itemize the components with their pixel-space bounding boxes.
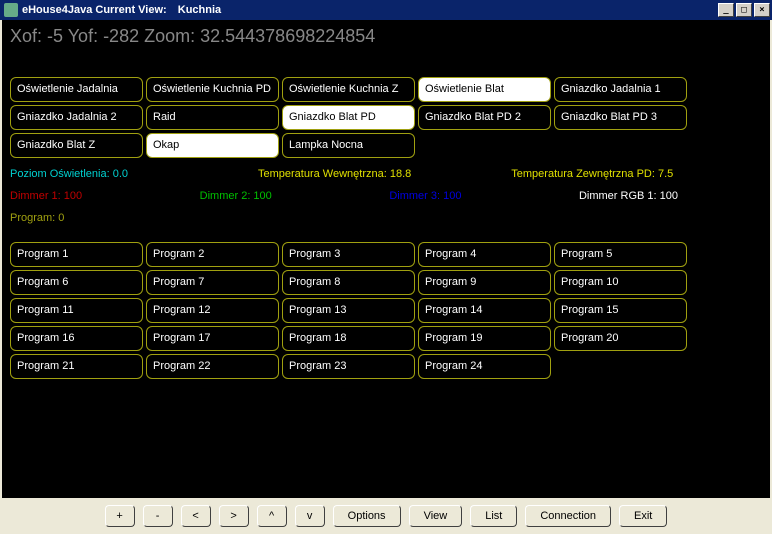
program-button[interactable]: Program 22 (146, 354, 279, 379)
program-button[interactable]: Program 7 (146, 270, 279, 295)
device-button[interactable]: Gniazdko Blat PD 3 (554, 105, 687, 130)
device-button[interactable]: Gniazdko Blat PD 2 (418, 105, 551, 130)
view-status: Xof: -5 Yof: -282 Zoom: 32.5443786982248… (10, 26, 762, 47)
devices-grid: Oświetlenie JadalniaOświetlenie Kuchnia … (10, 77, 762, 158)
main-canvas: Xof: -5 Yof: -282 Zoom: 32.5443786982248… (2, 20, 770, 498)
connection-button[interactable]: Connection (525, 505, 611, 527)
temp-external: Temperatura Zewnętrzna PD: 7.5 (511, 168, 673, 180)
pan-up-button[interactable]: ^ (257, 505, 287, 527)
dimmer-2: Dimmer 2: 100 (200, 190, 272, 202)
device-button[interactable]: Oświetlenie Kuchnia Z (282, 77, 415, 102)
temp-internal: Temperatura Wewnętrzna: 18.8 (258, 168, 411, 180)
program-button[interactable]: Program 20 (554, 326, 687, 351)
program-button[interactable]: Program 6 (10, 270, 143, 295)
device-button[interactable]: Oświetlenie Kuchnia PD (146, 77, 279, 102)
light-level: Poziom Oświetlenia: 0.0 (10, 168, 128, 180)
sensor-row: Poziom Oświetlenia: 0.0 Temperatura Wewn… (10, 168, 762, 180)
program-button[interactable]: Program 16 (10, 326, 143, 351)
device-button[interactable]: Gniazdko Blat PD (282, 105, 415, 130)
programs-grid: Program 1Program 2Program 3Program 4Prog… (10, 242, 762, 379)
program-button[interactable]: Program 8 (282, 270, 415, 295)
dimmer-1: Dimmer 1: 100 (10, 190, 82, 202)
program-button[interactable]: Program 2 (146, 242, 279, 267)
options-button[interactable]: Options (333, 505, 401, 527)
app-icon (4, 3, 18, 17)
pan-left-button[interactable]: < (181, 505, 211, 527)
exit-button[interactable]: Exit (619, 505, 667, 527)
device-button[interactable]: Oświetlenie Jadalnia (10, 77, 143, 102)
maximize-button[interactable]: □ (736, 3, 752, 17)
view-button[interactable]: View (409, 505, 463, 527)
program-button[interactable]: Program 4 (418, 242, 551, 267)
program-current: Program: 0 (10, 212, 762, 224)
program-button[interactable]: Program 9 (418, 270, 551, 295)
list-button[interactable]: List (470, 505, 517, 527)
minimize-button[interactable]: _ (718, 3, 734, 17)
program-button[interactable]: Program 11 (10, 298, 143, 323)
close-button[interactable]: × (754, 3, 770, 17)
window-titlebar: eHouse4Java Current View: Kuchnia _ □ × (0, 0, 772, 20)
program-button[interactable]: Program 21 (10, 354, 143, 379)
program-button[interactable]: Program 10 (554, 270, 687, 295)
program-button[interactable]: Program 13 (282, 298, 415, 323)
program-button[interactable]: Program 12 (146, 298, 279, 323)
zoom-in-button[interactable]: + (105, 505, 135, 527)
program-button[interactable]: Program 15 (554, 298, 687, 323)
device-button[interactable]: Gniazdko Jadalnia 1 (554, 77, 687, 102)
program-button[interactable]: Program 14 (418, 298, 551, 323)
pan-right-button[interactable]: > (219, 505, 249, 527)
program-button[interactable]: Program 18 (282, 326, 415, 351)
program-button[interactable]: Program 23 (282, 354, 415, 379)
title-current-view: Kuchnia (178, 4, 221, 16)
pan-down-button[interactable]: v (295, 505, 325, 527)
program-button[interactable]: Program 3 (282, 242, 415, 267)
program-button[interactable]: Program 5 (554, 242, 687, 267)
program-button[interactable]: Program 19 (418, 326, 551, 351)
title-prefix: eHouse4Java Current View: (22, 4, 167, 16)
program-button[interactable]: Program 1 (10, 242, 143, 267)
device-button[interactable]: Oświetlenie Blat (418, 77, 551, 102)
program-button[interactable]: Program 24 (418, 354, 551, 379)
bottom-toolbar: + - < > ^ v Options View List Connection… (2, 500, 770, 532)
dimmer-rgb: Dimmer RGB 1: 100 (579, 190, 678, 202)
device-button[interactable]: Lampka Nocna (282, 133, 415, 158)
device-button[interactable]: Gniazdko Blat Z (10, 133, 143, 158)
device-button[interactable]: Raid (146, 105, 279, 130)
dimmer-row: Dimmer 1: 100 Dimmer 2: 100 Dimmer 3: 10… (10, 190, 678, 202)
device-button[interactable]: Gniazdko Jadalnia 2 (10, 105, 143, 130)
zoom-out-button[interactable]: - (143, 505, 173, 527)
dimmer-3: Dimmer 3: 100 (389, 190, 461, 202)
device-button[interactable]: Okap (146, 133, 279, 158)
program-button[interactable]: Program 17 (146, 326, 279, 351)
